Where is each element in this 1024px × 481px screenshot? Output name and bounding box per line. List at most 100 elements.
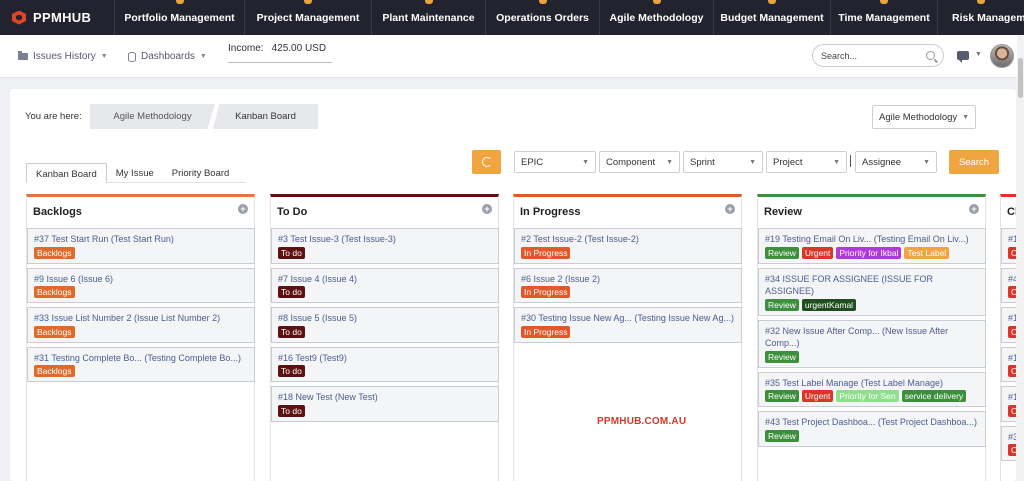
issue-card[interactable]: #2 Test Issue-2 (Test Issue-2) In Progres… xyxy=(514,228,742,264)
tab-label: Priority Board xyxy=(171,168,230,179)
issue-title[interactable]: #34 ISSUE FOR ASSIGNEE (ISSUE FOR ASSIGN… xyxy=(765,273,980,298)
issue-title[interactable]: #8 Issue 5 (Issue 5) xyxy=(278,312,493,325)
issue-card[interactable]: #35 Test Label Manage (Test Label Manage… xyxy=(758,371,986,407)
tag-list: Backlogs xyxy=(34,246,249,259)
issue-card[interactable]: #31 Testing Complete Bo... (Testing Comp… xyxy=(27,346,255,382)
issue-card[interactable]: #7 Issue 4 (Issue 4) To do xyxy=(271,267,499,303)
issue-title[interactable]: #33 Issue List Number 2 (Issue List Numb… xyxy=(34,312,249,325)
issue-card[interactable]: #30 Testing Issue New Ag... (Testing Iss… xyxy=(514,307,742,343)
module-select[interactable]: Agile Methodology ▼ xyxy=(872,105,976,129)
add-card-icon[interactable]: + xyxy=(725,204,735,214)
issue-title[interactable]: #7 Issue 4 (Issue 4) xyxy=(278,273,493,286)
add-card-icon[interactable]: + xyxy=(238,204,248,214)
nav-risk-management[interactable]: Risk Managem xyxy=(938,0,1024,35)
nav-project-management[interactable]: Project Management xyxy=(245,0,372,35)
issue-label-badge: Urgent xyxy=(801,390,834,402)
card-list: #37 Test Start Run (Test Start Run) Backl… xyxy=(27,228,255,386)
avatar[interactable] xyxy=(990,44,1014,68)
issue-card[interactable]: #43 Test Project Dashboa... (Test Projec… xyxy=(758,411,986,447)
issue-card[interactable]: #4Cl xyxy=(1001,267,1016,303)
breadcrumb-item-kanban-board[interactable]: Kanban Board xyxy=(213,104,318,129)
issue-title[interactable]: #3 Test Issue-3 (Test Issue-3) xyxy=(278,233,493,246)
issue-title[interactable]: #3 xyxy=(1008,431,1016,444)
issue-card[interactable]: #18 New Test (New Test) To do xyxy=(271,386,499,422)
issue-title[interactable]: #1 xyxy=(1008,233,1016,246)
issue-card[interactable]: #32 New Issue After Comp... (New Issue A… xyxy=(758,319,986,368)
dashboards-menu[interactable]: Dashboards ▼ xyxy=(128,35,207,78)
issue-title[interactable]: #1 xyxy=(1008,391,1016,404)
issue-card[interactable]: #1Cl xyxy=(1001,307,1016,343)
issue-title[interactable]: #1 xyxy=(1008,312,1016,325)
issue-label-badge: Review xyxy=(765,390,799,402)
issue-label-badge: In Progress xyxy=(521,286,571,298)
filter-project[interactable]: Project ▼ xyxy=(766,151,847,173)
issue-title[interactable]: #30 Testing Issue New Ag... (Testing Iss… xyxy=(521,312,736,325)
issues-history-menu[interactable]: Issues History ▼ xyxy=(18,35,108,78)
breadcrumb-item-agile-methodology[interactable]: Agile Methodology xyxy=(90,104,215,129)
nav-time-management[interactable]: Time Management xyxy=(831,0,938,35)
issue-card[interactable]: #1Cl xyxy=(1001,386,1016,422)
issue-card[interactable]: #16 Test9 (Test9) To do xyxy=(271,346,499,382)
issue-title[interactable]: #1 xyxy=(1008,352,1016,365)
nav-budget-management[interactable]: Budget Management xyxy=(714,0,831,35)
filter-epic[interactable]: EPIC ▼ xyxy=(514,151,596,173)
tab-kanban-board[interactable]: Kanban Board xyxy=(26,163,107,183)
issue-title[interactable]: #16 Test9 (Test9) xyxy=(278,352,493,365)
tab-priority-board[interactable]: Priority Board xyxy=(163,163,239,183)
card-list: #19 Testing Email On Liv... (Testing Ema… xyxy=(758,228,986,451)
tag-list: Review xyxy=(765,350,980,363)
filter-component[interactable]: Component ▼ xyxy=(599,151,680,173)
nav-plant-maintenance[interactable]: Plant Maintenance xyxy=(372,0,486,35)
chevron-down-icon: ▼ xyxy=(923,158,930,166)
scrollbar[interactable] xyxy=(1017,35,1024,481)
brand[interactable]: PPMHUB xyxy=(0,0,115,35)
nav-agile-methodology[interactable]: Agile Methodology xyxy=(600,0,714,35)
search-input[interactable]: Search... xyxy=(812,44,944,67)
tag-list: Backlogs xyxy=(34,365,249,377)
chevron-down-icon[interactable]: ▼ xyxy=(975,51,982,58)
folder-icon xyxy=(18,51,28,60)
issue-card[interactable]: #3 Test Issue-3 (Test Issue-3) To do xyxy=(271,228,499,264)
issue-label-badge: To do xyxy=(278,286,305,298)
tab-my-issue[interactable]: My Issue xyxy=(107,163,163,183)
issue-card[interactable]: #1Cl xyxy=(1001,346,1016,382)
add-card-icon[interactable]: + xyxy=(969,204,979,214)
add-card-icon[interactable]: + xyxy=(482,204,492,214)
issue-title[interactable]: #43 Test Project Dashboa... (Test Projec… xyxy=(765,416,980,429)
issue-card[interactable]: #3Cl xyxy=(1001,425,1016,461)
issues-history-label: Issues History xyxy=(33,51,96,62)
issue-card[interactable]: #33 Issue List Number 2 (Issue List Numb… xyxy=(27,307,255,343)
issue-title[interactable]: #18 New Test (New Test) xyxy=(278,391,493,404)
issue-title[interactable]: #6 Issue 2 (Issue 2) xyxy=(521,273,736,286)
issue-card[interactable]: #37 Test Start Run (Test Start Run) Backl… xyxy=(27,228,255,264)
filter-label: Project xyxy=(773,156,803,168)
issue-card[interactable]: #6 Issue 2 (Issue 2) In Progress xyxy=(514,267,742,303)
issue-card[interactable]: #9 Issue 6 (Issue 6) Backlogs xyxy=(27,267,255,303)
issue-title[interactable]: #19 Testing Email On Liv... (Testing Ema… xyxy=(765,233,980,246)
issue-card[interactable]: #34 ISSUE FOR ASSIGNEE (ISSUE FOR ASSIGN… xyxy=(758,267,986,316)
issue-title[interactable]: #9 Issue 6 (Issue 6) xyxy=(34,273,249,286)
search-icon[interactable] xyxy=(926,51,935,60)
chat-icon[interactable] xyxy=(957,51,969,63)
issue-title[interactable]: #2 Test Issue-2 (Test Issue-2) xyxy=(521,233,736,246)
issue-card[interactable]: #1Cl xyxy=(1001,228,1016,264)
tag-list: To do xyxy=(278,246,493,259)
issue-title[interactable]: #35 Test Label Manage (Test Label Manage… xyxy=(765,377,980,390)
nav-portfolio-management[interactable]: Portfolio Management xyxy=(115,0,245,35)
issue-title[interactable]: #32 New Issue After Comp... (New Issue A… xyxy=(765,325,980,350)
nav-operations-orders[interactable]: Operations Orders xyxy=(486,0,600,35)
issue-title[interactable]: #4 xyxy=(1008,273,1016,286)
breadcrumb-label: Kanban Board xyxy=(235,111,296,122)
issue-title[interactable]: #31 Testing Complete Bo... (Testing Comp… xyxy=(34,352,249,365)
nav-label: Operations Orders xyxy=(496,11,589,24)
issue-title[interactable]: #37 Test Start Run (Test Start Run) xyxy=(34,233,249,246)
search-button[interactable]: Search xyxy=(949,150,999,174)
issue-card[interactable]: #19 Testing Email On Liv... (Testing Ema… xyxy=(758,228,986,264)
tag-list: Review xyxy=(765,429,980,442)
filter-assignee[interactable]: Assignee ▼ xyxy=(855,151,937,173)
refresh-button[interactable] xyxy=(472,150,501,174)
tag-list: To do xyxy=(278,404,493,417)
scrollbar-thumb[interactable] xyxy=(1018,58,1023,98)
filter-sprint[interactable]: Sprint ▼ xyxy=(683,151,763,173)
issue-card[interactable]: #8 Issue 5 (Issue 5) To do xyxy=(271,307,499,343)
